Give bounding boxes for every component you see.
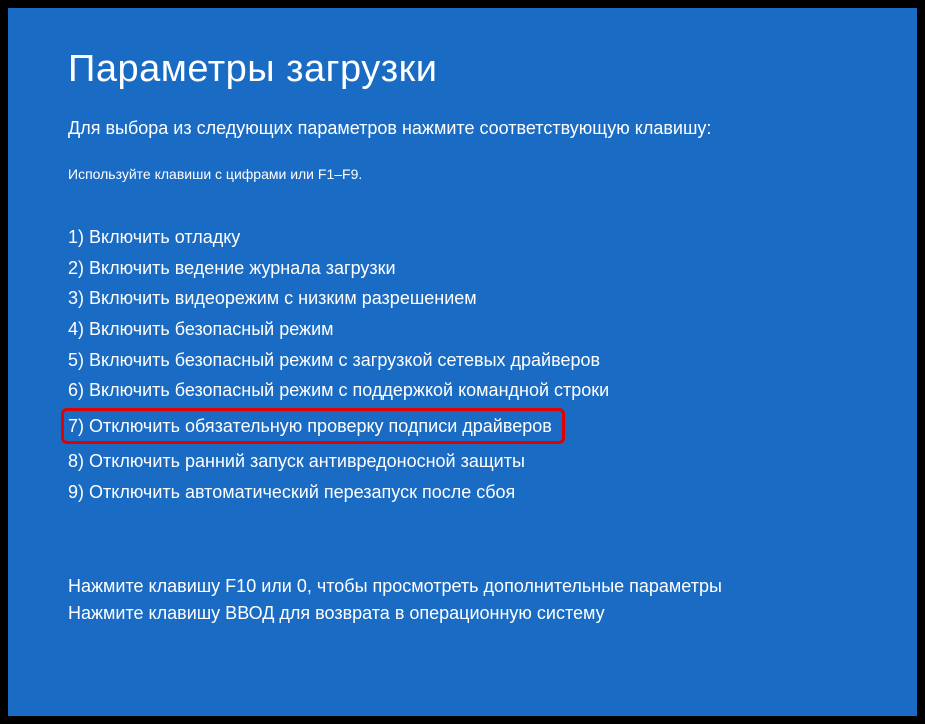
option-8[interactable]: 8) Отключить ранний запуск антивредоносн… bbox=[68, 446, 857, 477]
subinstruction-text: Используйте клавиши с цифрами или F1–F9. bbox=[68, 166, 857, 182]
page-title: Параметры загрузки bbox=[68, 48, 857, 91]
footer-line-2: Нажмите клавишу ВВОД для возврата в опер… bbox=[68, 600, 857, 627]
footer-instructions: Нажмите клавишу F10 или 0, чтобы просмот… bbox=[68, 573, 857, 627]
options-list: 1) Включить отладку 2) Включить ведение … bbox=[68, 222, 857, 507]
option-7-highlighted[interactable]: 7) Отключить обязательную проверку подпи… bbox=[61, 408, 565, 445]
option-9[interactable]: 9) Отключить автоматический перезапуск п… bbox=[68, 477, 857, 508]
option-5[interactable]: 5) Включить безопасный режим с загрузкой… bbox=[68, 345, 857, 376]
option-2[interactable]: 2) Включить ведение журнала загрузки bbox=[68, 253, 857, 284]
option-1[interactable]: 1) Включить отладку bbox=[68, 222, 857, 253]
startup-settings-screen: Параметры загрузки Для выбора из следующ… bbox=[8, 8, 917, 716]
option-4[interactable]: 4) Включить безопасный режим bbox=[68, 314, 857, 345]
option-6[interactable]: 6) Включить безопасный режим с поддержко… bbox=[68, 375, 857, 406]
instruction-text: Для выбора из следующих параметров нажми… bbox=[68, 116, 857, 141]
footer-line-1: Нажмите клавишу F10 или 0, чтобы просмот… bbox=[68, 573, 857, 600]
option-3[interactable]: 3) Включить видеорежим с низким разрешен… bbox=[68, 283, 857, 314]
